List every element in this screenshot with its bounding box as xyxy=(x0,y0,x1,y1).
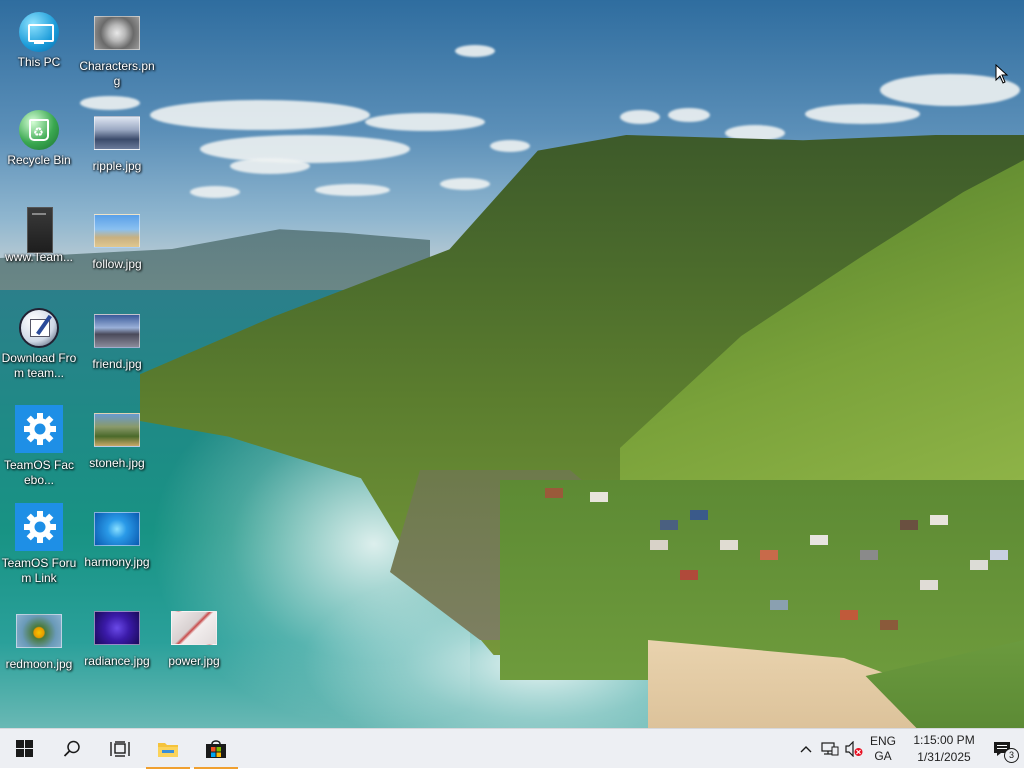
image-file-icon xyxy=(171,611,217,649)
image-file-icon xyxy=(94,413,140,451)
taskbar-clock[interactable]: 1:15:00 PM 1/31/2025 xyxy=(908,732,980,766)
image-file-icon xyxy=(94,512,140,550)
image-file-icon xyxy=(16,614,62,652)
input-language-indicator[interactable]: ENG GA xyxy=(866,734,900,764)
taskbar-file-explorer[interactable] xyxy=(144,729,192,769)
search-icon xyxy=(63,740,80,757)
desktop-icon-label: Recycle Bin xyxy=(7,153,71,167)
desktop-icon-harmony[interactable]: harmony.jpg xyxy=(78,508,156,570)
volume-muted-icon xyxy=(845,741,863,757)
desktop-icon-label: ripple.jpg xyxy=(92,159,142,173)
chevron-up-icon xyxy=(800,746,812,753)
windows-start-icon xyxy=(15,740,33,757)
desktop-icon-teamos-forum-link[interactable]: TeamOS Forum Link xyxy=(0,499,78,586)
recycle-bin-icon: ♻ xyxy=(16,110,62,150)
desktop-icon-label: friend.jpg xyxy=(92,357,142,371)
image-file-icon xyxy=(94,16,140,54)
taskbar: ENG GA 1:15:00 PM 1/31/2025 3 xyxy=(0,728,1024,769)
gear-icon xyxy=(15,405,63,453)
desktop-icon-follow[interactable]: follow.jpg xyxy=(78,210,156,272)
desktop-icon-power[interactable]: power.jpg xyxy=(155,607,233,669)
desktop-icon-label: TeamOS Facebo... xyxy=(3,458,75,487)
computer-icon xyxy=(16,12,62,52)
desktop-icon-radiance[interactable]: radiance.jpg xyxy=(78,607,156,669)
download-shortcut-icon xyxy=(16,308,62,348)
image-file-icon xyxy=(94,314,140,352)
folder-icon xyxy=(158,742,178,757)
desktop-icon-label: TeamOS Forum Link xyxy=(1,556,77,585)
desktop-icon-label: Download From team... xyxy=(1,351,77,380)
desktop-icon-label: power.jpg xyxy=(168,654,220,668)
desktop-icon-label: follow.jpg xyxy=(92,257,142,271)
clock-time: 1:15:00 PM xyxy=(913,733,975,747)
search-button[interactable] xyxy=(48,729,96,769)
desktop-icon-recycle-bin[interactable]: ♻ Recycle Bin xyxy=(0,106,78,168)
show-hidden-icons-button[interactable] xyxy=(794,729,818,769)
clock-date: 1/31/2025 xyxy=(917,750,971,764)
gear-icon xyxy=(15,503,63,551)
notification-count-badge: 3 xyxy=(1004,748,1019,763)
desktop-icon-stoneh[interactable]: stoneh.jpg xyxy=(78,409,156,471)
desktop-icon-download[interactable]: Download From team... xyxy=(0,304,78,381)
desktop-icon-redmoon[interactable]: redmoon.jpg xyxy=(0,610,78,672)
image-file-icon xyxy=(94,214,140,252)
action-center-button[interactable]: 3 xyxy=(980,729,1024,769)
desktop-icon-label: stoneh.jpg xyxy=(89,456,145,470)
desktop-icon-characters[interactable]: Characters.png xyxy=(78,12,156,89)
desktop-icon-label: harmony.jpg xyxy=(84,555,150,569)
desktop-icon-friend[interactable]: friend.jpg xyxy=(78,310,156,372)
desktop-icon-label: radiance.jpg xyxy=(84,654,150,668)
desktop-icon-teamos-facebook[interactable]: TeamOS Facebo... xyxy=(0,401,78,488)
start-button[interactable] xyxy=(0,729,48,769)
volume-button[interactable] xyxy=(842,729,866,769)
desktop-icon-label: redmoon.jpg xyxy=(5,657,73,671)
desktop-icon-this-pc[interactable]: This PC xyxy=(0,8,78,70)
keyboard-layout-code: GA xyxy=(874,749,892,763)
image-file-icon xyxy=(94,116,140,154)
shortcut-file-icon xyxy=(16,207,62,253)
language-code: ENG xyxy=(869,734,896,748)
task-view-icon xyxy=(110,740,130,757)
desktop-icon-ripple[interactable]: ripple.jpg xyxy=(78,112,156,174)
image-file-icon xyxy=(94,611,140,649)
store-icon xyxy=(206,739,226,758)
system-tray: ENG GA 1:15:00 PM 1/31/2025 3 xyxy=(794,729,1024,769)
network-button[interactable] xyxy=(818,729,842,769)
mouse-cursor-icon xyxy=(995,64,1009,84)
task-view-button[interactable] xyxy=(96,729,144,769)
desktop-icon-label: Characters.png xyxy=(79,59,155,88)
desktop-icon-label: This PC xyxy=(17,55,61,69)
taskbar-microsoft-store[interactable] xyxy=(192,729,240,769)
desktop-icon-teamos-url[interactable]: www.Team... xyxy=(0,203,78,265)
network-icon xyxy=(821,742,839,756)
